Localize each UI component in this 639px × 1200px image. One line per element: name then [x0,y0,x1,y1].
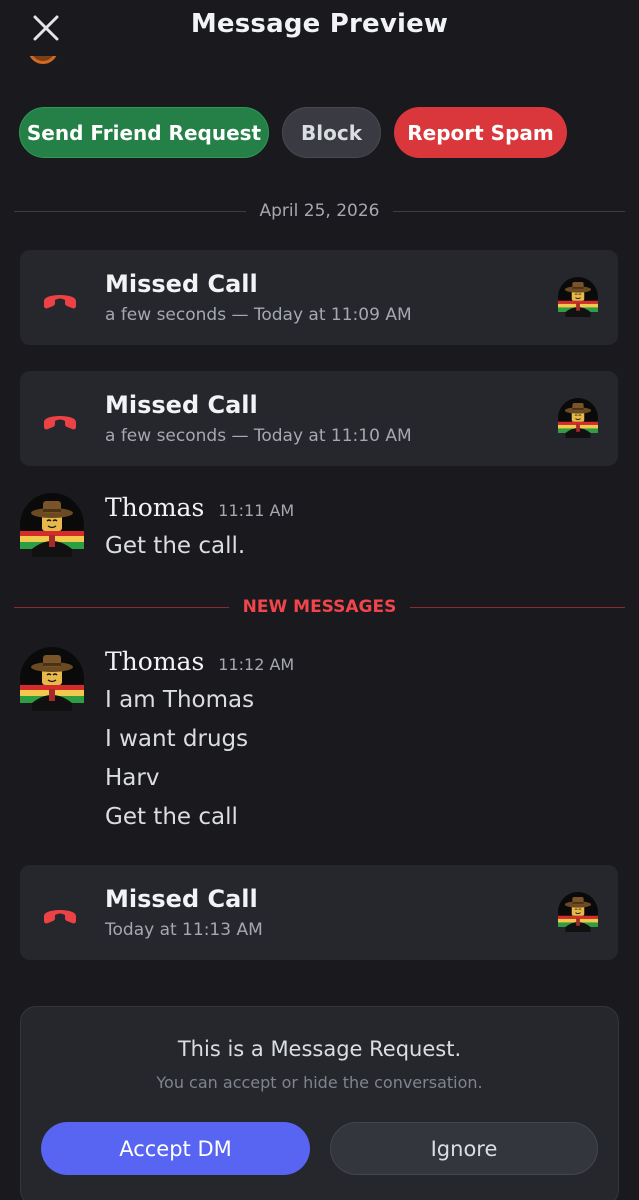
message-timestamp: 11:12 AM [218,655,295,674]
page-title: Message Preview [190,9,449,39]
message-text: Get the call. [105,533,246,559]
phone-hangup-icon [44,295,76,309]
block-button[interactable]: Block [282,107,381,158]
message-header: Thomas 11:12 AM [105,647,294,676]
message-header: Thomas 11:11 AM [105,493,294,522]
request-actions: Send Friend Request Block Report Spam [19,107,567,158]
message-text: I want drugs [105,726,249,752]
message-text: I am Thomas [105,687,255,713]
avatar[interactable] [558,277,598,317]
new-messages-divider: NEW MESSAGES [14,593,626,621]
header: Message Preview [0,0,639,60]
missed-call-card[interactable]: Missed Call Today at 11:13 AM [20,865,618,960]
message-text: Get the call [105,804,238,830]
phone-hangup-icon [44,910,76,924]
new-messages-label: NEW MESSAGES [242,597,397,617]
message-preview-screen: Message Preview Send Friend Request Bloc… [0,0,639,1200]
phone-hangup-icon [44,416,76,430]
message-group: Thomas 11:11 AM Get the call. [20,493,620,573]
missed-call-card[interactable]: Missed Call a few seconds — Today at 11:… [20,371,618,466]
message-body: I am Thomas I want drugs Harv Get the ca… [105,685,254,841]
clipped-avatar [22,56,64,78]
message-timestamp: 11:11 AM [218,501,295,520]
call-title: Missed Call [105,885,258,913]
call-meta: a few seconds — Today at 11:09 AM [105,305,412,325]
request-subtitle: You can accept or hide the conversation. [156,1073,483,1092]
avatar[interactable] [20,647,84,711]
call-meta: Today at 11:13 AM [105,920,263,940]
call-title: Missed Call [105,391,258,419]
author-name[interactable]: Thomas [105,493,204,522]
accept-dm-button[interactable]: Accept DM [41,1122,310,1175]
avatar[interactable] [558,398,598,438]
avatar[interactable] [20,493,84,557]
message-request-panel: This is a Message Request. You can accep… [20,1006,619,1200]
call-meta: a few seconds — Today at 11:10 AM [105,426,412,446]
call-title: Missed Call [105,270,258,298]
message-group: Thomas 11:12 AM I am Thomas I want drugs… [20,647,620,847]
date-divider: April 25, 2026 [14,197,625,225]
message-body: Get the call. [105,531,245,570]
ignore-button[interactable]: Ignore [330,1122,598,1175]
report-spam-button[interactable]: Report Spam [394,107,567,158]
send-friend-request-button[interactable]: Send Friend Request [19,107,269,158]
date-divider-label: April 25, 2026 [259,201,380,221]
request-title: This is a Message Request. [177,1037,462,1061]
avatar[interactable] [558,892,598,932]
missed-call-card[interactable]: Missed Call a few seconds — Today at 11:… [20,250,618,345]
author-name[interactable]: Thomas [105,647,204,676]
message-text: Harv [105,765,160,791]
